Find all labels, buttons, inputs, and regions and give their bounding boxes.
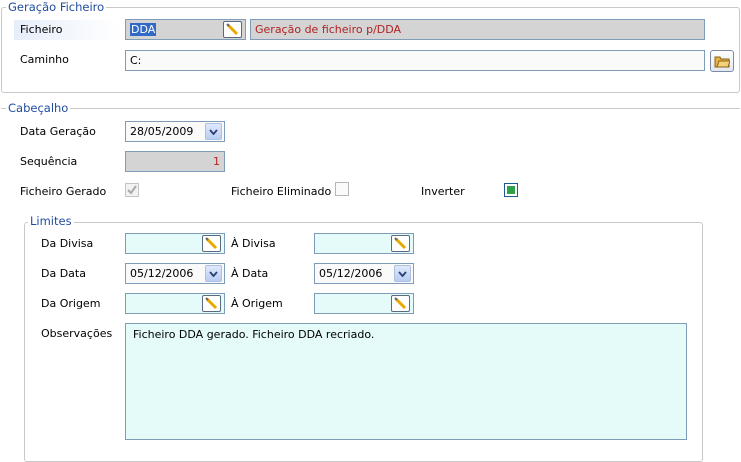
observacoes-label: Observações — [41, 327, 113, 340]
pencil-icon — [394, 297, 407, 310]
cabecalho-group-title: Cabeçalho — [6, 101, 71, 115]
inverter-label: Inverter — [421, 185, 465, 198]
da-divisa-lookup-button[interactable] — [202, 235, 221, 252]
pencil-icon — [205, 297, 218, 310]
a-origem-lookup-button[interactable] — [391, 295, 410, 312]
da-divisa-label: Da Divisa — [41, 237, 94, 250]
a-data-label: À Data — [231, 267, 269, 280]
a-divisa-lookup-button[interactable] — [391, 235, 410, 252]
limites-group-title: Limites — [28, 214, 74, 228]
da-data-picker[interactable]: 05/12/2006 — [125, 263, 225, 284]
chevron-down-icon[interactable] — [394, 265, 411, 282]
chevron-down-icon[interactable] — [205, 265, 222, 282]
checked-indicator-icon — [507, 186, 515, 194]
inverter-checkbox[interactable] — [504, 183, 518, 197]
ficheiro-gerado-label: Ficheiro Gerado — [20, 185, 107, 198]
pencil-icon — [394, 237, 407, 250]
data-geracao-picker[interactable]: 28/05/2009 — [125, 121, 225, 142]
sequencia-field: 1 — [125, 151, 225, 172]
ficheiro-value: DDA — [130, 23, 157, 36]
sequencia-label: Sequência — [20, 155, 78, 168]
caminho-label: Caminho — [20, 53, 69, 66]
pencil-icon — [205, 237, 218, 250]
a-data-picker[interactable]: 05/12/2006 — [314, 263, 414, 284]
browse-folder-button[interactable] — [710, 50, 734, 72]
folder-icon — [714, 56, 730, 68]
caminho-input[interactable]: C: — [125, 50, 705, 71]
data-geracao-label: Data Geração — [20, 125, 96, 138]
cabecalho-line — [1, 108, 740, 109]
da-origem-lookup-button[interactable] — [202, 295, 221, 312]
ficheiro-description: Geração de ficheiro p/DDA — [250, 19, 705, 40]
chevron-down-icon[interactable] — [205, 123, 222, 140]
pencil-icon — [226, 23, 239, 36]
ficheiro-eliminado-checkbox[interactable] — [335, 182, 349, 196]
a-divisa-label: À Divisa — [231, 237, 276, 250]
ficheiro-eliminado-label: Ficheiro Eliminado — [231, 185, 332, 198]
a-origem-label: À Origem — [231, 297, 283, 310]
observacoes-textarea[interactable]: Ficheiro DDA gerado. Ficheiro DDA recria… — [125, 323, 687, 440]
da-data-label: Da Data — [41, 267, 86, 280]
da-origem-label: Da Origem — [41, 297, 101, 310]
ficheiro-label: Ficheiro — [14, 20, 120, 40]
ficheiro-gerado-checkbox[interactable] — [124, 182, 140, 198]
checkmark-icon — [125, 183, 139, 197]
geracao-group-title: Geração Ficheiro — [6, 0, 107, 14]
ficheiro-lookup-button[interactable] — [223, 21, 242, 38]
